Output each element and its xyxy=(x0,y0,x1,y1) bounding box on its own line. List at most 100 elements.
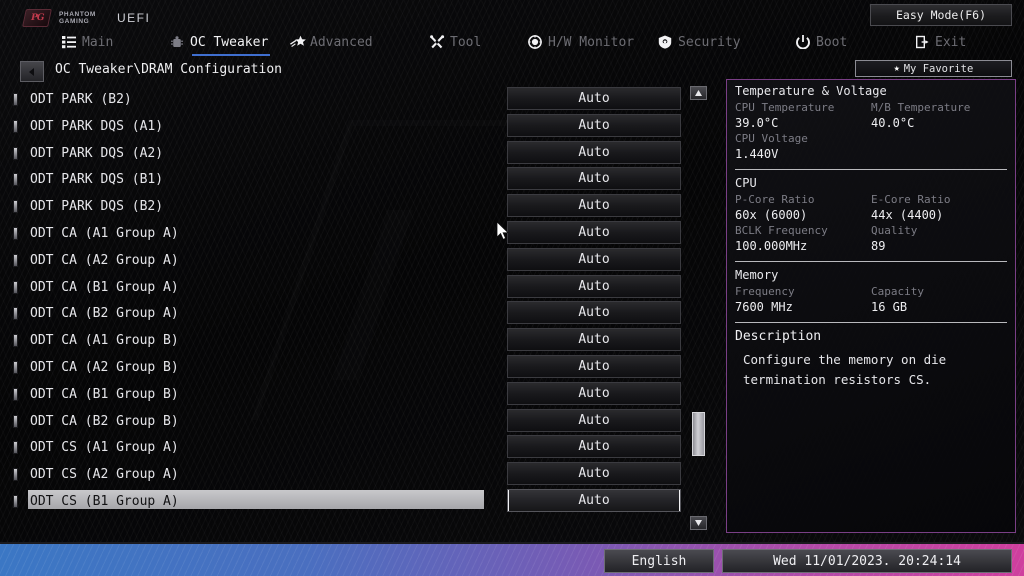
my-favorite-label: My Favorite xyxy=(903,62,974,75)
setting-value-text: Auto xyxy=(578,251,610,267)
brand-line-1: PHANTOM xyxy=(59,10,96,18)
header: PG PHANTOM GAMING UEFI Easy Mode(F6) Mai… xyxy=(0,0,1024,56)
tab-advanced[interactable]: Advanced xyxy=(290,28,373,56)
list-icon xyxy=(62,35,76,49)
setting-row[interactable]: ODT PARK (B2) Auto xyxy=(0,86,712,113)
brand-line-2: GAMING xyxy=(59,18,90,25)
setting-value-dropdown[interactable]: Auto xyxy=(507,328,681,352)
setting-row[interactable]: ODT PARK DQS (B1) Auto xyxy=(0,166,712,193)
setting-label: ODT CS (A2 Group A) xyxy=(30,467,179,483)
setting-row[interactable]: ODT CA (B2 Group A) Auto xyxy=(0,300,712,327)
setting-value-text: Auto xyxy=(578,439,610,455)
setting-value-dropdown[interactable]: Auto xyxy=(507,381,681,405)
setting-bullet-icon xyxy=(13,146,18,160)
setting-value-dropdown[interactable]: Auto xyxy=(507,221,681,244)
language-label: English xyxy=(631,553,687,569)
setting-value-text: Auto xyxy=(578,359,610,374)
setting-value-text: Auto xyxy=(578,278,610,294)
tab-oc-tweaker[interactable]: OC Tweaker xyxy=(170,28,271,56)
scroll-down-button[interactable] xyxy=(690,516,707,530)
tab-main[interactable]: Main xyxy=(62,28,113,56)
setting-row[interactable]: ODT CS (B1 Group A) Auto xyxy=(0,488,712,515)
setting-label: ODT CS (B1 Group A) xyxy=(30,494,179,509)
cpu-quality-label: Quality xyxy=(871,224,918,237)
setting-value-dropdown[interactable]: Auto xyxy=(507,489,681,512)
cpu-voltage-value: 1.440V xyxy=(735,147,779,161)
cpu-temperature-label: CPU Temperature xyxy=(735,101,835,114)
cpu-voltage: CPU Voltage 1.440V xyxy=(735,131,871,162)
tab-label: Main xyxy=(82,34,114,50)
setting-row[interactable]: ODT CA (B1 Group B) Auto xyxy=(0,381,712,408)
scroll-up-button[interactable] xyxy=(690,86,707,100)
setting-value-dropdown[interactable]: Auto xyxy=(507,87,681,110)
setting-bullet-icon xyxy=(13,387,18,401)
setting-value-dropdown[interactable]: Auto xyxy=(507,167,681,191)
settings-scrollbar[interactable] xyxy=(690,86,707,530)
exit-door-icon xyxy=(915,35,929,49)
setting-label: ODT PARK DQS (A1) xyxy=(30,118,164,134)
tab-security[interactable]: Security xyxy=(658,28,741,56)
setting-row[interactable]: ODT PARK DQS (B2) Auto xyxy=(0,193,712,220)
tab-tool[interactable]: Tool xyxy=(430,28,481,56)
setting-bullet-icon xyxy=(13,200,18,214)
setting-value-text: Auto xyxy=(578,466,610,482)
setting-bullet-icon xyxy=(13,227,18,240)
cpu-row-1: P-Core Ratio 60x (6000) E-Core Ratio 44x… xyxy=(735,192,1007,223)
my-favorite-button[interactable]: ★ My Favorite xyxy=(855,60,1012,77)
setting-row[interactable]: ODT CA (A1 Group A) Auto xyxy=(0,220,712,247)
setting-value-dropdown[interactable]: Auto xyxy=(507,462,681,486)
easy-mode-button[interactable]: Easy Mode(F6) xyxy=(870,4,1012,26)
setting-value-dropdown[interactable]: Auto xyxy=(507,113,681,137)
scroll-down-icon xyxy=(695,520,702,526)
gauge-icon xyxy=(528,35,542,49)
memory-capacity-label: Capacity xyxy=(871,285,924,298)
setting-value-dropdown[interactable]: Auto xyxy=(507,274,681,298)
brand-wordmark: PHANTOM GAMING xyxy=(59,11,96,26)
setting-label: ODT CA (A1 Group B) xyxy=(30,333,179,349)
scroll-up-icon xyxy=(695,90,702,96)
setting-value-dropdown[interactable]: Auto xyxy=(507,194,681,218)
setting-label: ODT CA (A2 Group A) xyxy=(30,252,179,268)
setting-row[interactable]: ODT CA (B1 Group A) Auto xyxy=(0,274,712,301)
setting-row[interactable]: ODT PARK DQS (A2) Auto xyxy=(0,140,712,167)
setting-value-dropdown[interactable]: Auto xyxy=(507,301,681,325)
setting-value-text: Auto xyxy=(578,385,610,401)
wrench-icon xyxy=(430,35,445,49)
setting-row[interactable]: ODT CS (A1 Group A) Auto xyxy=(0,434,712,461)
back-button[interactable] xyxy=(20,61,44,82)
tab-exit[interactable]: Exit xyxy=(915,28,966,56)
setting-bullet-icon xyxy=(13,495,18,508)
memory-row-1: Frequency 7600 MHz Capacity 16 GB xyxy=(735,284,1007,315)
mb-temperature: M/B Temperature 40.0°C xyxy=(871,100,1007,131)
setting-value-dropdown[interactable]: Auto xyxy=(507,247,681,271)
setting-value-dropdown[interactable]: Auto xyxy=(507,140,681,164)
datetime-button[interactable]: Wed 11/01/2023. 20:24:14 xyxy=(722,549,1012,573)
memory-frequency: Frequency 7600 MHz xyxy=(735,284,871,315)
scrollbar-thumb[interactable] xyxy=(692,412,705,456)
setting-row[interactable]: ODT CA (A2 Group A) Auto xyxy=(0,247,712,274)
tab-boot[interactable]: Boot xyxy=(796,28,847,56)
setting-row[interactable]: ODT PARK DQS (A1) Auto xyxy=(0,113,712,140)
setting-value-dropdown[interactable]: Auto xyxy=(507,355,681,378)
tab-label: Boot xyxy=(816,34,848,50)
setting-label: ODT PARK DQS (B2) xyxy=(30,199,164,215)
setting-row[interactable]: ODT CA (B2 Group B) Auto xyxy=(0,408,712,435)
tab-h-w-monitor[interactable]: H/W Monitor xyxy=(528,28,634,56)
setting-row[interactable]: ODT CA (A2 Group B) Auto xyxy=(0,354,712,381)
divider-3 xyxy=(735,322,1007,323)
setting-row[interactable]: ODT CS (A2 Group A) Auto xyxy=(0,461,712,488)
description-text: Configure the memory on die termination … xyxy=(743,352,947,387)
setting-label: ODT CA (B1 Group A) xyxy=(30,279,179,295)
setting-label: ODT PARK DQS (B1) xyxy=(30,172,164,188)
setting-bullet-icon xyxy=(13,253,18,267)
cpu-voltage-label: CPU Voltage xyxy=(735,132,808,145)
bclk-frequency: BCLK Frequency 100.000MHz xyxy=(735,223,871,254)
mouse-pointer-icon xyxy=(497,222,509,240)
setting-row[interactable]: ODT CA (A1 Group B) Auto xyxy=(0,327,712,354)
temp-voltage-title: Temperature & Voltage xyxy=(735,84,887,98)
setting-value-dropdown[interactable]: Auto xyxy=(507,408,681,432)
setting-value-dropdown[interactable]: Auto xyxy=(507,435,681,459)
temp-voltage-row-1: CPU Temperature 39.0°C M/B Temperature 4… xyxy=(735,100,1007,131)
back-arrow-icon xyxy=(29,67,34,76)
language-button[interactable]: English xyxy=(604,549,714,573)
